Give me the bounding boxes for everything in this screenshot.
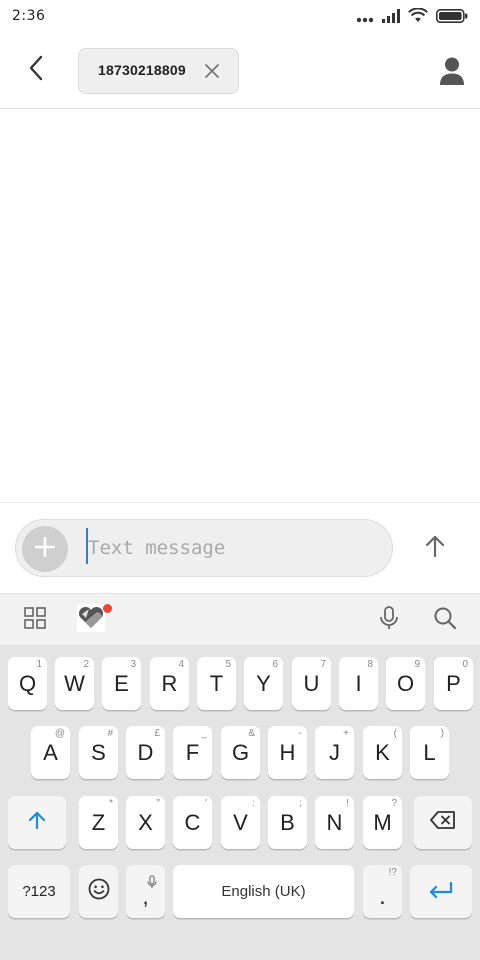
enter-icon	[428, 879, 454, 905]
attach-button[interactable]	[22, 526, 68, 572]
plus-icon	[34, 536, 56, 561]
microphone-hint-icon	[147, 869, 157, 895]
conversation-area	[0, 110, 480, 502]
keyboard: Q1 W2 E3 R4 T5 Y6 U7 I8 O9 P0 A @ S # D £ F…	[0, 645, 480, 960]
arrow-up-icon	[424, 534, 446, 562]
key-q[interactable]: Q1	[8, 657, 47, 710]
signal-icon	[382, 8, 400, 27]
battery-icon	[436, 8, 468, 27]
status-icons	[356, 6, 468, 27]
key-l[interactable]: L)	[410, 726, 449, 779]
key-d[interactable]: D £	[126, 726, 165, 779]
notification-badge	[103, 604, 112, 613]
key-i[interactable]: I8	[339, 657, 378, 710]
period-key[interactable]: . !?	[363, 865, 402, 918]
backspace-icon	[430, 810, 456, 836]
wifi-icon	[408, 6, 428, 27]
key-y[interactable]: Y6	[244, 657, 283, 710]
enter-key[interactable]	[410, 865, 472, 918]
key-k[interactable]: K(	[363, 726, 402, 779]
shift-arrow-icon	[27, 810, 47, 836]
key-u[interactable]: U7	[292, 657, 331, 710]
microphone-icon	[378, 606, 400, 634]
chevron-left-icon	[28, 55, 44, 85]
contact-button[interactable]	[438, 56, 466, 86]
key-c[interactable]: C '	[173, 796, 212, 849]
conversation-header: 18730218809	[0, 34, 480, 109]
key-n[interactable]: N!	[315, 796, 354, 849]
key-h[interactable]: H-	[268, 726, 307, 779]
comma-key[interactable]: ,	[126, 865, 165, 918]
close-icon[interactable]	[203, 62, 221, 80]
keyboard-toolbar	[0, 593, 480, 645]
more-dots-icon	[356, 8, 374, 27]
key-o[interactable]: O9	[386, 657, 425, 710]
symbols-key[interactable]: ?123	[8, 865, 70, 918]
compose-field[interactable]	[15, 519, 393, 577]
key-s[interactable]: S #	[79, 726, 118, 779]
keyboard-search-button[interactable]	[432, 607, 458, 633]
smiley-icon	[88, 878, 110, 906]
status-bar: 2:36	[0, 0, 480, 34]
key-a[interactable]: A @	[31, 726, 70, 779]
emoji-key[interactable]	[79, 865, 118, 918]
grid-button[interactable]	[22, 607, 48, 633]
recipient-chip[interactable]: 18730218809	[78, 48, 239, 94]
compose-bar	[0, 502, 480, 592]
key-p[interactable]: P0	[434, 657, 473, 710]
status-time: 2:36	[12, 8, 46, 24]
key-z[interactable]: Z *	[79, 796, 118, 849]
key-j[interactable]: J +	[315, 726, 354, 779]
grid-icon	[24, 607, 46, 633]
key-t[interactable]: T5	[197, 657, 236, 710]
sticker-icon	[77, 604, 105, 636]
voice-input-button[interactable]	[376, 606, 402, 634]
shift-key[interactable]	[8, 796, 66, 849]
key-r[interactable]: R4	[150, 657, 189, 710]
key-b[interactable]: B;	[268, 796, 307, 849]
space-key[interactable]: English (UK)	[173, 865, 354, 918]
send-button[interactable]	[418, 531, 452, 565]
key-m[interactable]: M?	[363, 796, 402, 849]
key-e[interactable]: E3	[102, 657, 141, 710]
key-x[interactable]: X "	[126, 796, 165, 849]
sticker-button[interactable]	[77, 604, 105, 636]
key-w[interactable]: W2	[55, 657, 94, 710]
key-v[interactable]: V:	[221, 796, 260, 849]
key-f[interactable]: F _	[173, 726, 212, 779]
key-g[interactable]: G &	[221, 726, 260, 779]
back-button[interactable]	[20, 54, 52, 86]
backspace-key[interactable]	[414, 796, 472, 849]
search-icon	[433, 606, 457, 634]
messaging-screen: 2:36 18730218809 Text message Q 1 W 2 E …	[0, 0, 480, 960]
recipient-number: 18730218809	[98, 62, 186, 78]
message-input[interactable]	[88, 530, 378, 566]
person-icon	[438, 57, 466, 90]
